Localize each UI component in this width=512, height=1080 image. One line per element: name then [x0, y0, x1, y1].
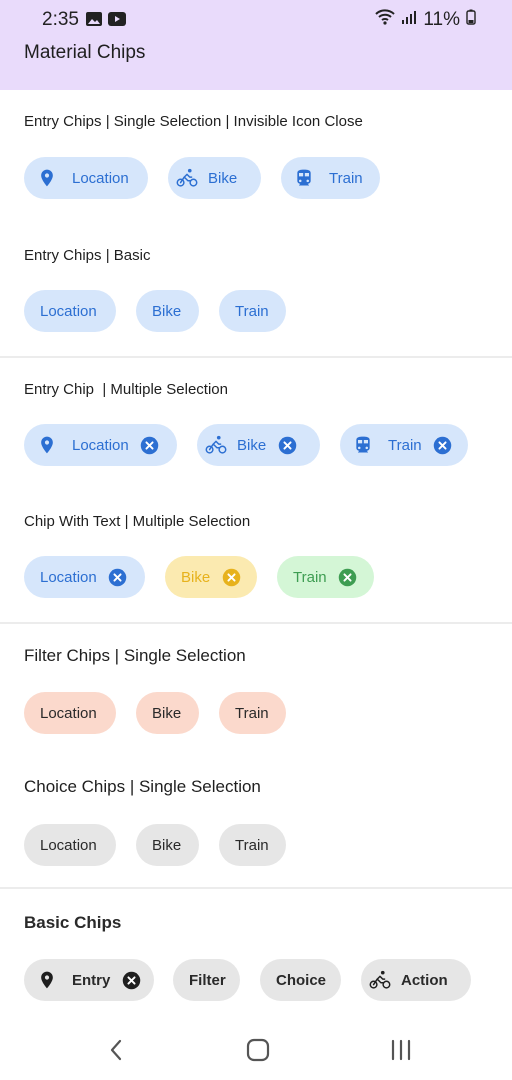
bike-icon	[205, 434, 227, 456]
close-icon[interactable]	[120, 969, 142, 991]
chip-location[interactable]: Location	[24, 157, 148, 199]
close-icon[interactable]	[276, 434, 298, 456]
train-icon	[352, 434, 374, 456]
chip-group-text-multiple: Location Bike Train	[24, 556, 374, 598]
chip-bike[interactable]: Bike	[136, 692, 199, 734]
chip-bike[interactable]: Bike	[136, 824, 199, 866]
image-icon	[86, 12, 102, 31]
close-icon[interactable]	[337, 566, 359, 588]
chip-train[interactable]: Train	[281, 157, 380, 199]
divider	[0, 356, 512, 358]
chip-group-choice: Location Bike Train	[24, 824, 286, 866]
chip-location[interactable]: Location	[24, 424, 177, 466]
back-icon[interactable]	[96, 1034, 136, 1066]
divider	[0, 887, 512, 889]
location-pin-icon	[36, 969, 58, 991]
chip-location[interactable]: Location	[24, 824, 116, 866]
chip-bike[interactable]: Bike	[197, 424, 320, 466]
section-title: Filter Chips | Single Selection	[24, 646, 246, 665]
divider	[0, 622, 512, 624]
train-icon	[293, 167, 315, 189]
chip-train[interactable]: Train	[277, 556, 374, 598]
chip-group-basic: Entry Filter Choice Action	[24, 959, 471, 1001]
chip-entry[interactable]: Entry	[24, 959, 154, 1001]
section-title: Chip With Text | Multiple Selection	[24, 513, 251, 530]
recents-icon[interactable]	[381, 1034, 421, 1066]
battery-text: 11%	[423, 9, 460, 30]
chip-choice[interactable]: Choice	[260, 959, 341, 1001]
section-title: Entry Chips | Single Selection | Invisib…	[24, 113, 363, 130]
location-pin-icon	[36, 434, 58, 456]
close-icon[interactable]	[139, 434, 161, 456]
chip-bike[interactable]: Bike	[165, 556, 257, 598]
chip-location[interactable]: Location	[24, 290, 116, 332]
signal-icon	[401, 9, 417, 31]
battery-icon	[466, 9, 476, 31]
chip-group-filter: Location Bike Train	[24, 692, 286, 734]
chip-train[interactable]: Train	[219, 290, 286, 332]
close-icon[interactable]	[107, 566, 129, 588]
section-title: Basic Chips	[24, 913, 122, 932]
chip-location[interactable]: Location	[24, 692, 116, 734]
home-icon[interactable]	[238, 1034, 278, 1066]
app-title: Material Chips	[24, 42, 146, 63]
status-time: 2:35	[42, 9, 79, 30]
chip-train[interactable]: Train	[219, 692, 286, 734]
chip-location[interactable]: Location	[24, 556, 145, 598]
section-title: Entry Chips | Basic	[24, 247, 151, 264]
location-pin-icon	[36, 167, 58, 189]
chip-train[interactable]: Train	[340, 424, 468, 466]
status-bar: 2:35 11%	[0, 0, 512, 40]
section-title: Choice Chips | Single Selection	[24, 777, 261, 796]
bike-icon	[176, 167, 198, 189]
navigation-bar	[0, 1020, 512, 1080]
chip-bike[interactable]: Bike	[168, 157, 261, 199]
close-icon[interactable]	[432, 434, 454, 456]
chip-filter[interactable]: Filter	[173, 959, 240, 1001]
chip-group-entry-single: Location Bike Train	[24, 157, 380, 199]
chip-train[interactable]: Train	[219, 824, 286, 866]
chip-bike[interactable]: Bike	[136, 290, 199, 332]
youtube-icon	[108, 12, 126, 31]
chip-action[interactable]: Action	[361, 959, 471, 1001]
chip-group-entry-basic: Location Bike Train	[24, 290, 286, 332]
close-icon[interactable]	[220, 566, 242, 588]
section-title: Entry Chip | Multiple Selection	[24, 381, 228, 398]
chip-group-entry-multiple: Location Bike Train	[24, 424, 468, 466]
app-bar: Material Chips	[0, 40, 512, 90]
bike-icon	[369, 969, 391, 991]
wifi-icon	[375, 9, 396, 31]
